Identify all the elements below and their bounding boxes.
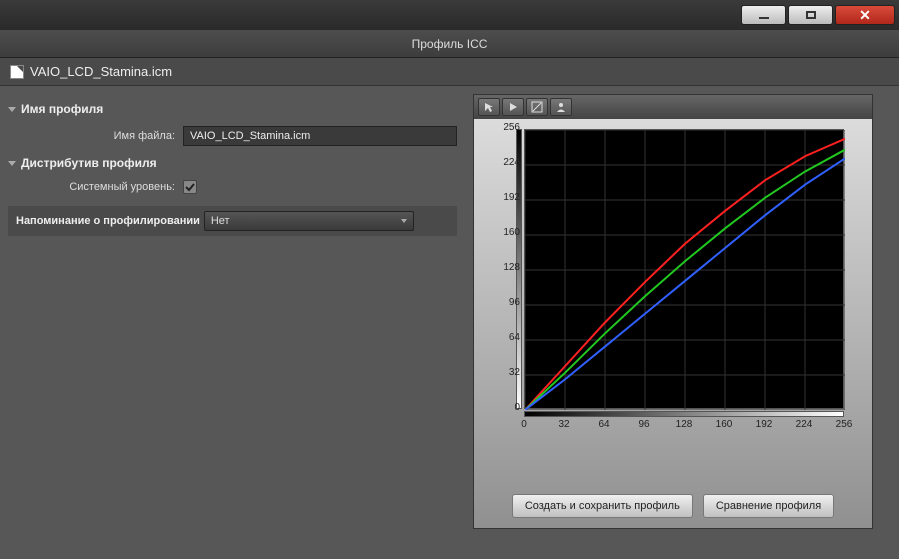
- app-header: Профиль ICC: [0, 30, 899, 58]
- tool-line[interactable]: [526, 98, 548, 116]
- chevron-down-icon: [401, 219, 407, 223]
- minimize-button[interactable]: [741, 5, 786, 25]
- chevron-down-icon: [8, 107, 16, 112]
- chart-panel: 0326496128160192224256 03264961281601922…: [473, 94, 873, 529]
- file-name-label: Имя файла:: [8, 130, 183, 142]
- maximize-button[interactable]: [788, 5, 833, 25]
- section-title: Дистрибутив профиля: [21, 156, 157, 170]
- chart-footer: Создать и сохранить профиль Сравнение пр…: [474, 484, 872, 528]
- file-bar: VAIO_LCD_Stamina.icm: [0, 58, 899, 86]
- reminder-dropdown[interactable]: Нет: [204, 211, 414, 231]
- window-titlebar: ✕: [0, 0, 899, 30]
- compare-profile-button[interactable]: Сравнение профиля: [703, 494, 834, 518]
- file-name-input[interactable]: [183, 126, 457, 146]
- properties-pane: Имя профиля Имя файла: Дистрибутив профи…: [0, 86, 465, 559]
- profile-file-icon: [10, 65, 24, 79]
- reminder-label: Напоминание о профилировании: [16, 215, 200, 227]
- chevron-down-icon: [8, 161, 16, 166]
- create-save-profile-button[interactable]: Создать и сохранить профиль: [512, 494, 693, 518]
- tool-play[interactable]: [502, 98, 524, 116]
- dropdown-value: Нет: [211, 215, 230, 227]
- y-axis-ticks: 0326496128160192224256: [488, 122, 520, 417]
- reminder-row: Напоминание о профилировании Нет: [8, 206, 457, 236]
- section-profile-name[interactable]: Имя профиля: [8, 96, 457, 122]
- tool-pointer[interactable]: [478, 98, 500, 116]
- gradient-bar-horizontal: [524, 411, 844, 417]
- system-level-label: Системный уровень:: [8, 181, 183, 193]
- section-distribution[interactable]: Дистрибутив профиля: [8, 150, 457, 176]
- chart-toolbar: [474, 95, 872, 119]
- section-title: Имя профиля: [21, 102, 103, 116]
- tool-person[interactable]: [550, 98, 572, 116]
- file-name: VAIO_LCD_Stamina.icm: [30, 64, 172, 79]
- header-title: Профиль ICC: [412, 37, 488, 51]
- system-level-checkbox[interactable]: [183, 180, 197, 194]
- close-button[interactable]: ✕: [835, 5, 895, 25]
- chart-plot: [524, 129, 844, 409]
- chart-body: 0326496128160192224256 03264961281601922…: [474, 119, 872, 484]
